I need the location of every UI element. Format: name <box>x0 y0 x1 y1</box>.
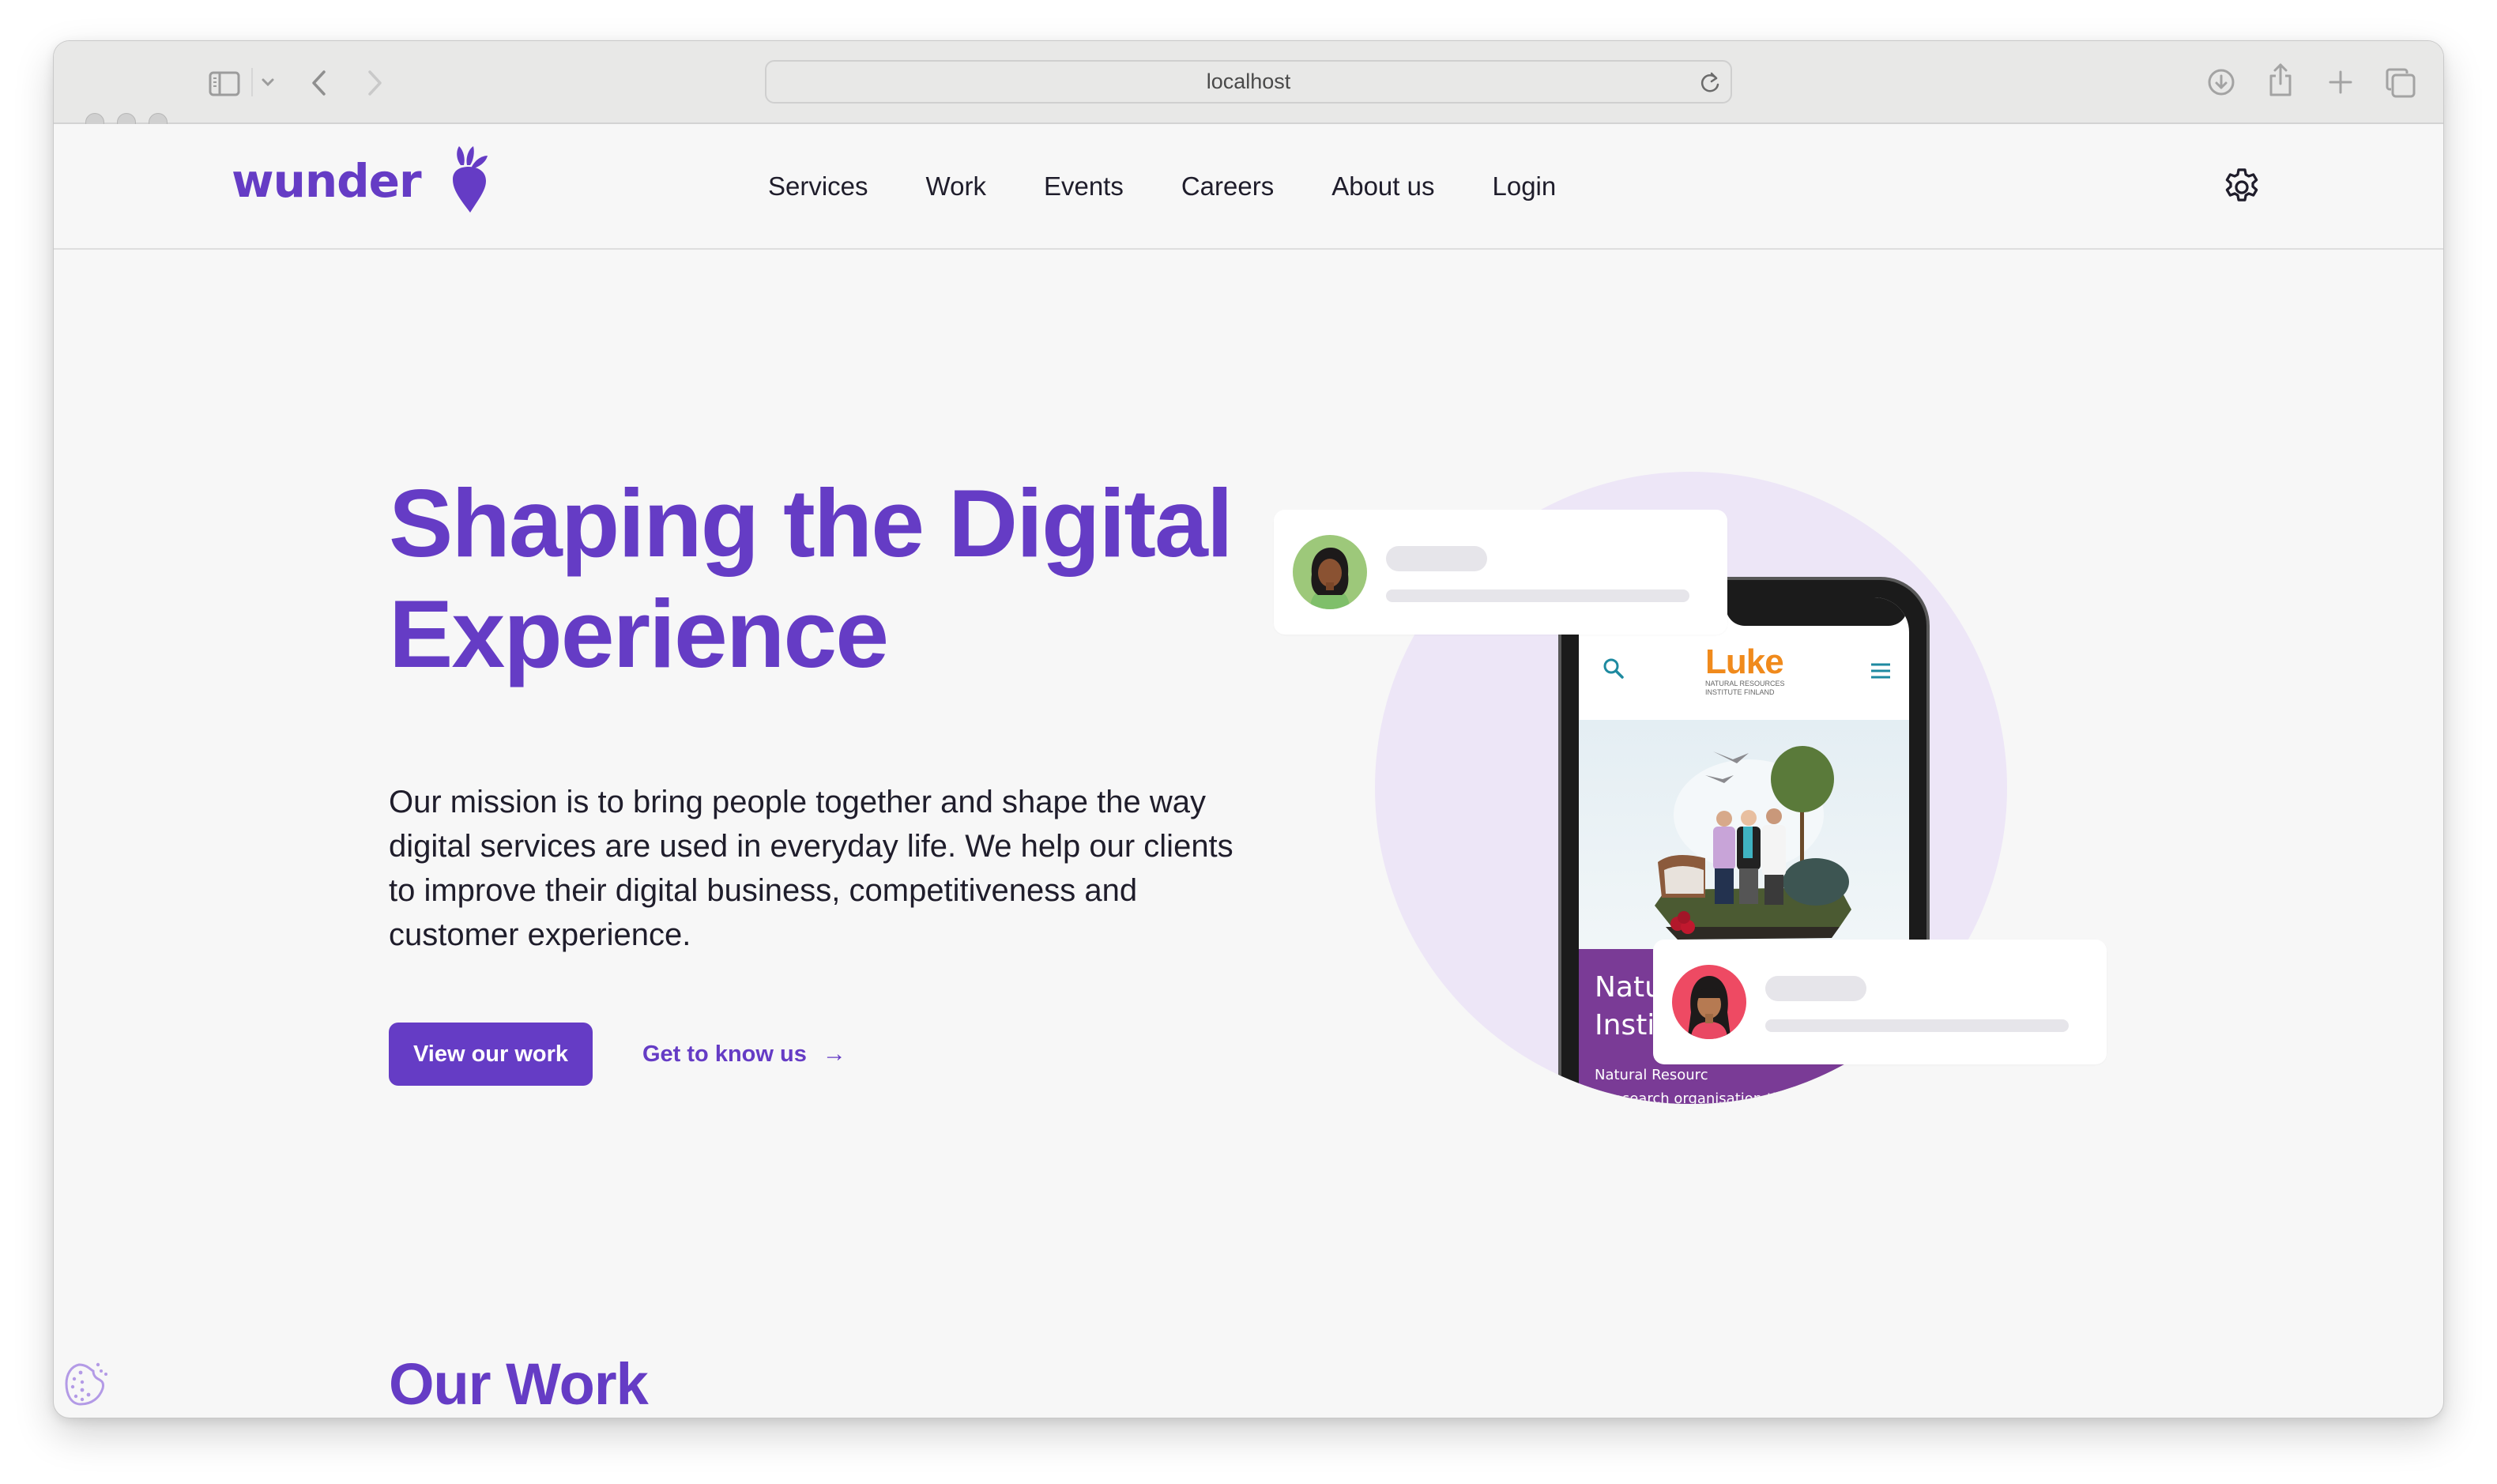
nav-events[interactable]: Events <box>1044 171 1124 202</box>
luke-body: Natural Resourc a research organisation … <box>1595 1064 1895 1104</box>
tabs-icon[interactable] <box>2385 67 2416 99</box>
phone-notch <box>1726 597 1908 626</box>
avatar-illustration-icon <box>1688 976 1731 1039</box>
forward-arrow-icon[interactable] <box>367 70 384 96</box>
logo-text: wunder <box>232 154 422 208</box>
view-our-work-button[interactable]: View our work <box>389 1023 593 1086</box>
address-bar[interactable]: localhost <box>765 60 1732 104</box>
placeholder-text-bar <box>1765 1019 2069 1032</box>
get-to-know-us-label: Get to know us <box>642 1041 807 1067</box>
toolbar-divider <box>251 68 253 96</box>
arrow-right-icon: → <box>822 1041 846 1067</box>
gear-icon[interactable] <box>2220 165 2264 209</box>
browser-window: localhost wunder Services Work Events Ca… <box>54 41 2443 1418</box>
download-icon[interactable] <box>2207 68 2235 96</box>
nav-login[interactable]: Login <box>1492 171 1556 202</box>
placeholder-name-bar <box>1765 976 1866 1001</box>
back-arrow-icon[interactable] <box>310 70 327 96</box>
hero-title-line1: Shaping the Digital <box>389 469 1233 577</box>
plus-icon[interactable] <box>2328 70 2353 95</box>
main-nav: Services Work Events Careers About us Lo… <box>768 124 1556 248</box>
nav-about-us[interactable]: About us <box>1331 171 1434 202</box>
placeholder-text-bar <box>1386 589 1689 602</box>
luke-logo-sub2: INSTITUTE FINLAND <box>1705 688 1775 696</box>
avatar <box>1672 965 1746 1039</box>
luke-logo: Luke NATURAL RESOURCES INSTITUTE FINLAND <box>1705 645 1785 697</box>
profile-card-bottom <box>1653 940 2107 1064</box>
wunder-logo[interactable]: wunder <box>232 141 488 220</box>
hamburger-menu-icon <box>1871 663 1890 679</box>
luke-logo-sub1: NATURAL RESOURCES <box>1705 680 1785 687</box>
profile-card-top <box>1274 510 1727 635</box>
get-to-know-us-link[interactable]: Get to know us → <box>642 1038 846 1070</box>
luke-body-line1: Natural Resourc <box>1595 1067 1708 1083</box>
placeholder-name-bar <box>1386 546 1487 571</box>
luke-logo-word: Luke <box>1705 642 1784 681</box>
chevron-down-icon[interactable] <box>261 77 275 87</box>
avatar <box>1293 535 1367 609</box>
share-icon[interactable] <box>2268 62 2293 98</box>
nav-careers[interactable]: Careers <box>1181 171 1274 202</box>
browser-toolbar: localhost <box>54 41 2443 132</box>
search-icon <box>1603 658 1624 679</box>
site-header: wunder Services Work Events Careers Abou… <box>54 124 2443 250</box>
our-work-heading: Our Work <box>389 1351 649 1417</box>
hero-description: Our mission is to bring people together … <box>389 785 1233 952</box>
luke-body-line2: a research organisation that builds <box>1595 1090 1843 1104</box>
hero-title: Shaping the Digital Experience <box>389 468 1337 689</box>
cookie-settings-icon[interactable] <box>62 1358 112 1409</box>
nav-work[interactable]: Work <box>926 171 986 202</box>
address-text[interactable]: localhost <box>766 62 1731 102</box>
avatar-illustration-icon <box>1310 548 1350 609</box>
luke-hero-photo <box>1579 720 1909 949</box>
beet-logo-icon <box>453 146 488 213</box>
reload-icon[interactable] <box>1700 71 1721 95</box>
luke-site-header: Luke NATURAL RESOURCES INSTITUTE FINLAND <box>1579 645 1909 713</box>
hero-title-line2: Experience <box>389 580 889 687</box>
luke-photo-collage <box>1655 746 1851 940</box>
sidebar-icon[interactable] <box>209 71 240 96</box>
nav-services[interactable]: Services <box>768 171 868 202</box>
